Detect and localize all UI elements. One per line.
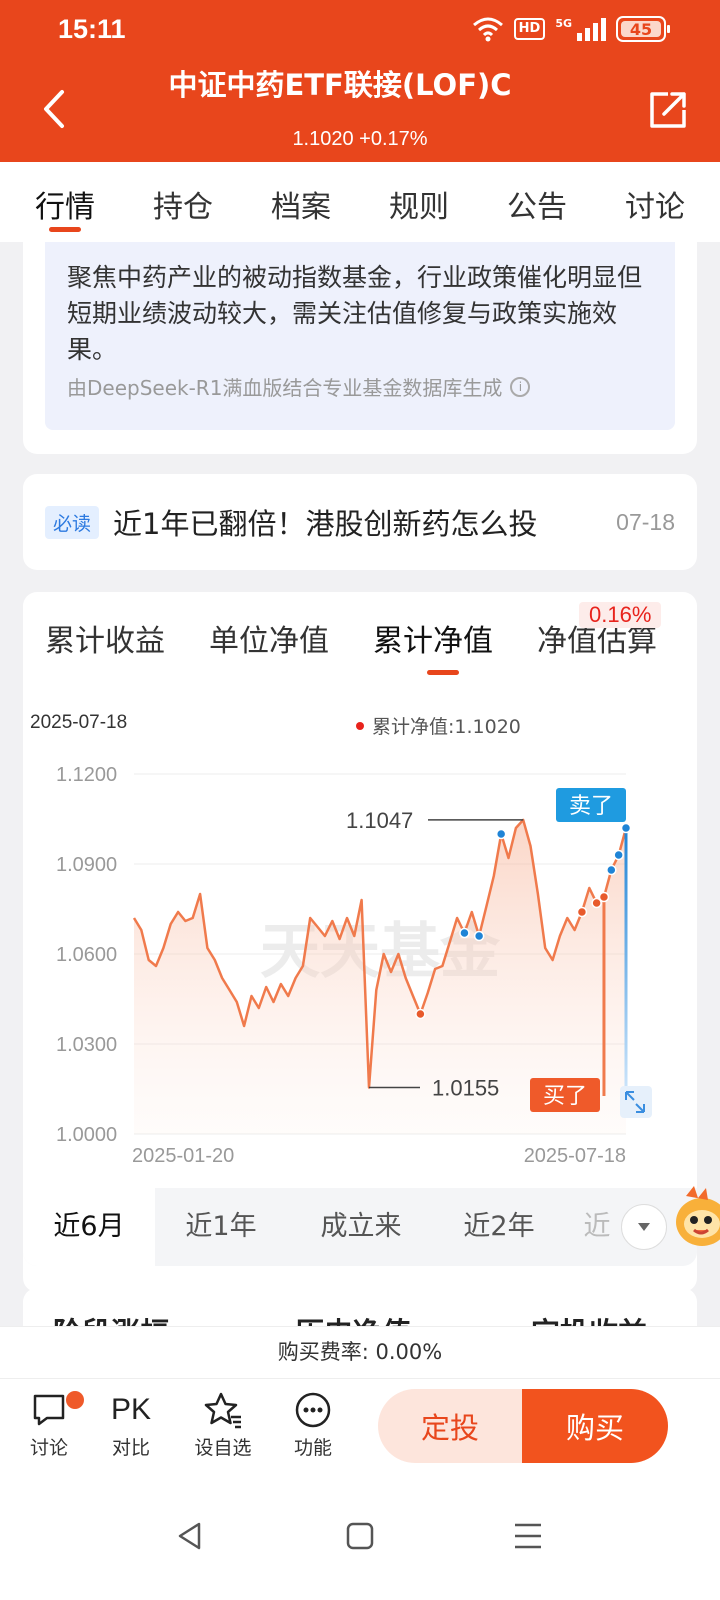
- network-label: 5G: [555, 16, 572, 30]
- chart-cursor-date: 2025-07-18: [30, 712, 128, 733]
- main-tabs: 行情 持仓 档案 规则 公告 讨论: [0, 162, 720, 242]
- chart-tab-indicator: [427, 670, 459, 675]
- status-icons: HD 5G 45: [472, 16, 670, 42]
- tab-rules[interactable]: 规则: [360, 162, 478, 242]
- ai-source-text: 由DeepSeek-R1满血版结合专业基金数据库生成: [67, 376, 503, 400]
- tab-market[interactable]: 行情: [6, 162, 124, 242]
- news-title[interactable]: 近1年已翻倍！港股创新药怎么投: [113, 501, 616, 543]
- legend-text: 累计净值:1.1020: [372, 716, 521, 738]
- sip-button[interactable]: 定投: [378, 1389, 522, 1463]
- system-nav-bar: [0, 1470, 720, 1600]
- range-dropdown-button[interactable]: [621, 1204, 667, 1250]
- tab-announcements[interactable]: 公告: [478, 162, 596, 242]
- ai-summary-text: 聚焦中药产业的被动指数基金，行业政策催化明显但短期业绩波动较大，需关注估值修复与…: [67, 263, 643, 364]
- range-selector: 近6月 近1年 成立来 近2年 近: [23, 1188, 697, 1266]
- fund-title: 中证中药ETF联接(LOF)C: [168, 68, 512, 102]
- ai-summary-box: 聚焦中药产业的被动指数基金，行业政策催化明显但短期业绩波动较大，需关注估值修复与…: [45, 242, 675, 430]
- nav-home-icon: [346, 1522, 374, 1550]
- tab-holdings[interactable]: 持仓: [124, 162, 242, 242]
- toolbar-compare[interactable]: PK 对比: [96, 1387, 166, 1460]
- chat-icon: [33, 1394, 65, 1426]
- pk-icon: PK: [110, 1393, 152, 1426]
- share-icon[interactable]: [646, 88, 690, 132]
- legend-dot: [356, 721, 364, 730]
- range-6m[interactable]: 近6月: [23, 1188, 155, 1266]
- news-date: 07-18: [616, 508, 675, 535]
- status-bar: 15:11 HD 5G 45: [0, 0, 720, 62]
- star-list-icon: [204, 1392, 241, 1429]
- chart-tab-cumulative-return[interactable]: 累计收益: [45, 616, 165, 660]
- ai-summary-card: 聚焦中药产业的被动指数基金，行业政策催化明显但短期业绩波动较大，需关注估值修复与…: [23, 242, 697, 454]
- stage-tabs-card: 阶段涨幅 历史净值 定投收益: [23, 1288, 697, 1328]
- toolbar-functions-label: 功能: [293, 1437, 332, 1459]
- info-icon[interactable]: i: [510, 376, 531, 397]
- toolbar-discuss[interactable]: 讨论: [14, 1387, 84, 1460]
- signal-icon: [577, 18, 606, 41]
- fund-price-change: 1.1020 +0.17%: [292, 128, 428, 150]
- estimate-badge: 0.16%: [579, 602, 662, 628]
- purchase-fee-bar: 购买费率: 0.00%: [0, 1326, 720, 1378]
- buy-button[interactable]: 购买: [522, 1389, 668, 1463]
- back-icon[interactable]: [36, 86, 72, 132]
- nav-back-button[interactable]: [160, 1506, 220, 1566]
- hd-badge: HD: [513, 18, 546, 40]
- tab-profile[interactable]: 档案: [242, 162, 360, 242]
- nav-home-button[interactable]: [330, 1506, 390, 1566]
- triangle-down-icon: [638, 1223, 650, 1231]
- nav-menu-button[interactable]: [498, 1506, 558, 1566]
- bottom-toolbar: 讨论 PK 对比 设自选 功能 定投 购买: [0, 1378, 720, 1470]
- range-1y[interactable]: 近1年: [155, 1188, 287, 1266]
- range-more-label[interactable]: 近: [577, 1188, 617, 1266]
- toolbar-compare-label: 对比: [111, 1437, 150, 1459]
- battery-icon: 45: [616, 16, 670, 42]
- nav-menu-icon: [515, 1523, 541, 1549]
- nav-back-icon: [178, 1522, 201, 1550]
- ai-summary-footer: 由DeepSeek-R1满血版结合专业基金数据库生成 i: [67, 372, 653, 401]
- chart-card: 累计收益 单位净值 累计净值 净值估算 0.16%: [23, 592, 697, 1292]
- toolbar-discuss-label: 讨论: [29, 1437, 68, 1459]
- action-buttons: 定投 购买: [378, 1389, 668, 1463]
- header-bar: 15:11 HD 5G 45 中证中药ETF联接(LOF)C 1.1020 +0…: [0, 0, 720, 162]
- news-card[interactable]: 必读 近1年已翻倍！港股创新药怎么投 07-18: [23, 474, 697, 570]
- range-2y[interactable]: 近2年: [431, 1188, 567, 1266]
- toolbar-favorite[interactable]: 设自选: [188, 1387, 258, 1460]
- range-since-inception[interactable]: 成立来: [291, 1188, 431, 1266]
- toolbar-functions[interactable]: 功能: [278, 1387, 348, 1460]
- status-time: 15:11: [58, 14, 126, 44]
- must-read-badge: 必读: [45, 505, 100, 539]
- mascot-icon[interactable]: [664, 1182, 720, 1254]
- chart-legend: 累计净值:1.1020: [356, 712, 521, 739]
- wifi-icon: [472, 17, 503, 42]
- chart-tabs: 累计收益 单位净值 累计净值 净值估算 0.16%: [23, 592, 697, 682]
- tab-discussion[interactable]: 讨论: [596, 162, 714, 242]
- notification-dot: [66, 1391, 84, 1409]
- chart-tab-unit-nav[interactable]: 单位净值: [209, 616, 329, 660]
- toolbar-favorite-label: 设自选: [194, 1437, 252, 1459]
- chart-tab-cumulative-nav[interactable]: 累计净值: [373, 616, 493, 660]
- more-circle-icon: [295, 1392, 331, 1428]
